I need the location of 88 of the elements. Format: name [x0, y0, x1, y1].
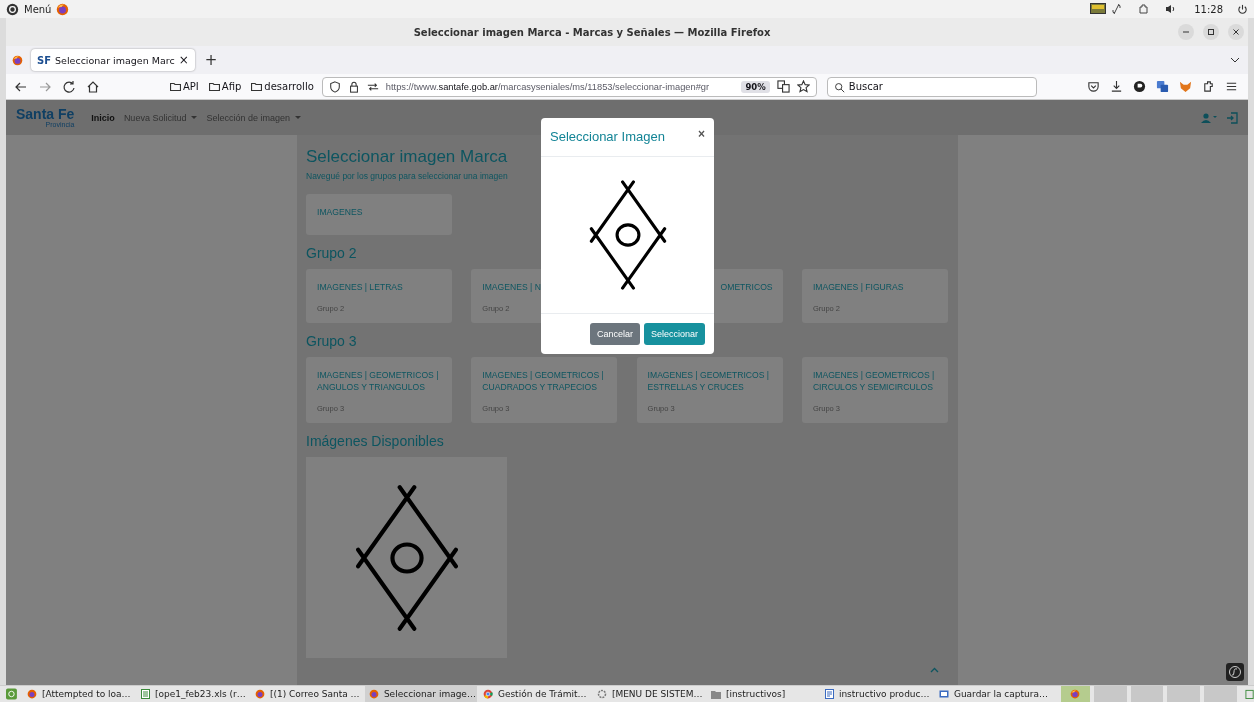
folder-icon: [208, 82, 220, 91]
card-title: OMETRICOS: [719, 281, 773, 293]
home-icon[interactable]: [86, 79, 100, 94]
image-tile[interactable]: [306, 457, 507, 658]
card-title: IMAGENES | GEOMETRICOS | CIRCULOS Y SEMICIRCULOS: [812, 369, 936, 393]
site-favicon-text: SF: [37, 54, 52, 66]
minimize-button[interactable]: [1178, 24, 1194, 40]
card-title: IMAGENES: [317, 206, 364, 218]
spreadsheet-icon: [140, 689, 150, 699]
browser-icon: [12, 54, 23, 66]
taskbar-button[interactable]: [ope1_feb23.xls (r…: [136, 686, 249, 702]
extensions-icon[interactable]: [1202, 80, 1215, 93]
browser-icon: [1070, 689, 1081, 699]
search-field[interactable]: Buscar: [826, 76, 1037, 97]
translate-icon[interactable]: [776, 80, 790, 93]
dialog-close-button[interactable]: ×: [698, 128, 705, 140]
zoom-level-badge[interactable]: 90%: [741, 80, 770, 93]
select-button[interactable]: Seleccionar: [643, 323, 705, 345]
permissions-icon[interactable]: [366, 80, 379, 93]
card-title: IMAGENES | GEOMETRICOS | CUADRADOS Y TRAPECIOS: [482, 369, 605, 393]
minimize-icon: [1182, 28, 1190, 36]
search-icon[interactable]: [833, 81, 845, 93]
logo-mark-icon: [1229, 666, 1241, 678]
close-button[interactable]: [1228, 24, 1244, 40]
reload-icon[interactable]: [62, 79, 76, 94]
window-title: Seleccionar imagen Marca - Marcas y Señales — Mozilla Firefox: [412, 26, 772, 38]
folder-icon: [710, 689, 721, 699]
page-subtitle: Navegué por los grupos para seleccionar una imagen: [306, 171, 508, 181]
clock[interactable]: 11:28: [1194, 3, 1223, 15]
translate-extension-icon[interactable]: [1156, 80, 1169, 93]
bookmark-star-icon[interactable]: [796, 80, 810, 93]
workspace-button[interactable]: [1060, 686, 1090, 702]
dialog-title: Seleccionar Imagen: [550, 129, 665, 144]
taskbar-button[interactable]: [instructivos]: [706, 686, 819, 702]
taskbar-button[interactable]: Guardar la captura…: [934, 686, 1047, 702]
new-tab-button[interactable]: +: [204, 51, 218, 69]
folder-icon: [170, 82, 181, 91]
browser-icon: [254, 689, 265, 699]
browser-icon: [26, 689, 37, 699]
menu-icon[interactable]: [1225, 80, 1238, 93]
bookmark-link[interactable]: desarrollo: [251, 81, 314, 92]
tab-close-button[interactable]: ×: [178, 54, 189, 66]
bookmark-link[interactable]: API: [170, 81, 199, 92]
taskbar-button[interactable]: [(1) Correo Santa …: [250, 686, 363, 702]
browser-tab[interactable]: SF Seleccionar imagen Marc ×: [31, 49, 195, 71]
taskbar-button[interactable]: [Attempted to loa…: [22, 686, 135, 702]
taskbar-button[interactable]: instructivo produc…: [820, 686, 933, 702]
card-title: IMAGENES | FIGURAS: [812, 281, 905, 293]
nav-link[interactable]: Inicio: [91, 112, 115, 123]
url-text: https://twww.santafe.gob.ar/marcasyseniales/ms/11853/seleccionar-imagen#gr: [385, 81, 711, 92]
card-title: IMAGENES | N: [482, 281, 542, 293]
taskbar-button[interactable]: Gestión de Trámit…: [478, 686, 591, 702]
document-icon: [824, 689, 834, 699]
cancel-button[interactable]: Cancelar: [589, 323, 640, 345]
maximize-icon: [1207, 28, 1215, 36]
maximize-button[interactable]: [1203, 24, 1219, 40]
card-title: IMAGENES | LETRAS: [317, 281, 404, 293]
pocket-icon[interactable]: [1087, 80, 1100, 93]
debug-toolbar-icon[interactable]: [1226, 663, 1244, 681]
taskbar-button[interactable]: Seleccionar image…: [364, 686, 477, 702]
taskbar-button[interactable]: [MENU DE SISTEM…: [592, 686, 705, 702]
monitor-icon[interactable]: [1090, 3, 1107, 15]
bookmark-link[interactable]: Afip: [208, 81, 242, 92]
download-icon[interactable]: [1110, 80, 1123, 93]
fox-icon[interactable]: [1179, 80, 1192, 93]
power-icon[interactable]: [1237, 3, 1248, 15]
address-bar[interactable]: https://twww.santafe.gob.ar/marcasyseniales/ms/11853/seleccionar-imagen#gr 90%: [321, 76, 817, 97]
browser-icon: [482, 689, 493, 699]
shield-icon[interactable]: [328, 80, 341, 93]
start-menu-icon[interactable]: [6, 688, 17, 700]
chevron-down-icon[interactable]: [1230, 57, 1240, 63]
close-icon: [1232, 28, 1240, 36]
page-heading: Seleccionar imagen Marca: [306, 147, 508, 167]
menu-logo-icon[interactable]: [6, 2, 19, 16]
menu-label[interactable]: Menú: [24, 3, 52, 15]
group-heading: Grupo 3: [306, 333, 357, 349]
extension-dark-icon[interactable]: [1133, 80, 1146, 93]
card-title: IMAGENES | GEOMETRICOS | ESTRELLAS Y CRUCES: [647, 369, 771, 393]
browser-icon: [368, 689, 379, 699]
group-heading: Grupo 2: [306, 245, 357, 261]
lock-icon[interactable]: [347, 80, 360, 93]
card-title: IMAGENES | GEOMETRICOS | ANGULOS Y TRIANGULOS: [317, 369, 440, 393]
tab-title: Seleccionar imagen Marc: [55, 54, 175, 66]
speaker-icon[interactable]: [1165, 4, 1177, 14]
browser-icon: [56, 2, 70, 16]
section-heading: Imágenes Disponibles: [306, 433, 444, 449]
folder-icon: [251, 82, 263, 91]
screenshot-icon: [938, 689, 949, 699]
